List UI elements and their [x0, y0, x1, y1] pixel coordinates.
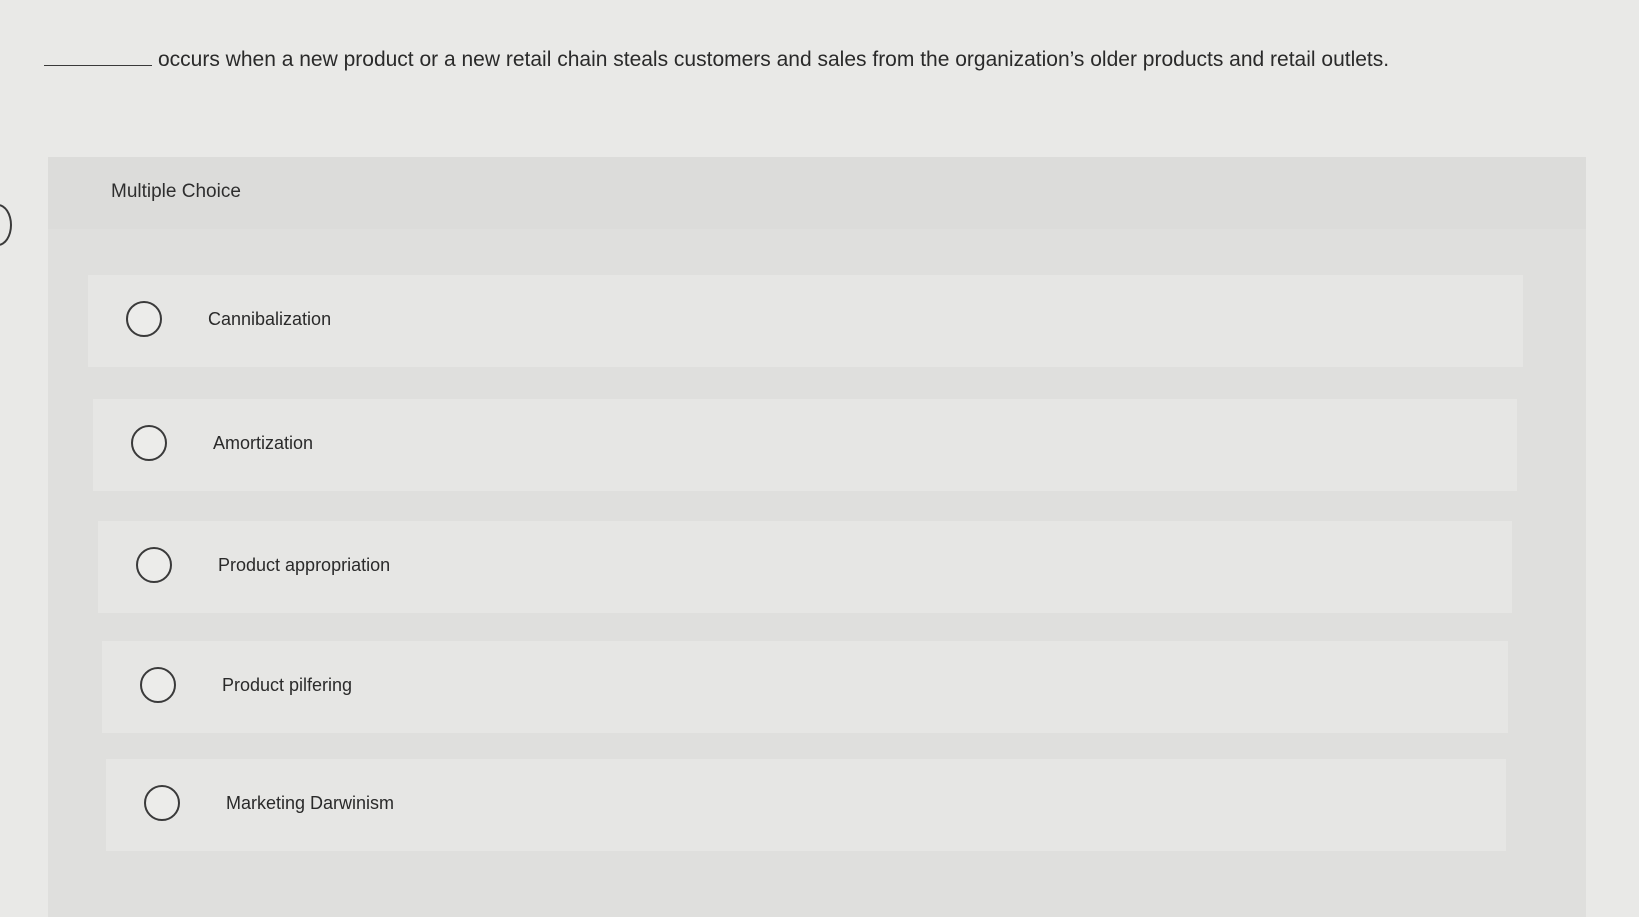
answer-option-label: Cannibalization: [208, 309, 332, 329]
radio-button-icon[interactable]: [126, 301, 162, 337]
answer-option-3[interactable]: Product appropriation: [98, 521, 1512, 613]
fill-in-blank-line: [44, 47, 152, 66]
answer-option-label: Marketing Darwinism: [226, 793, 395, 813]
multiple-choice-title: Multiple Choice: [111, 181, 241, 202]
multiple-choice-panel: Multiple Choice Cannibalization Amortiza…: [48, 157, 1586, 917]
answer-option-2[interactable]: Amortization: [93, 399, 1517, 491]
radio-button-icon[interactable]: [131, 425, 167, 461]
radio-button-icon[interactable]: [140, 667, 176, 703]
answer-option-label: Amortization: [213, 433, 314, 453]
radio-button-icon[interactable]: [144, 785, 180, 821]
question-text: occurs when a new product or a new retai…: [158, 48, 1390, 71]
answer-option-4[interactable]: Product pilfering: [102, 641, 1508, 733]
answer-option-1[interactable]: Cannibalization: [88, 275, 1523, 367]
answer-option-label: Product appropriation: [218, 555, 391, 575]
multiple-choice-header: Multiple Choice: [48, 157, 1586, 229]
answer-option-label: Product pilfering: [222, 675, 353, 695]
edge-circle-marker: [0, 204, 12, 246]
question-prompt: occurs when a new product or a new retai…: [44, 46, 1604, 74]
radio-button-icon[interactable]: [136, 547, 172, 583]
answer-option-5[interactable]: Marketing Darwinism: [106, 759, 1506, 851]
